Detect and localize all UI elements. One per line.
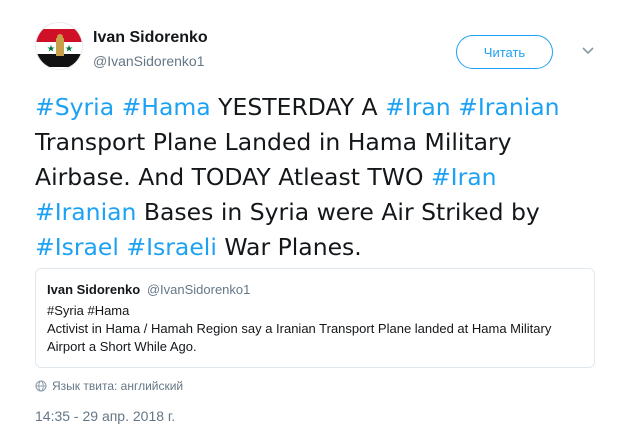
quoted-tweet-text: #Syria #Hama Activist in Hama / Hamah Re… (47, 302, 583, 356)
hashtag-link[interactable]: #Hama (122, 93, 211, 121)
hashtag-link[interactable]: #Syria (35, 93, 114, 121)
author-display-name[interactable]: Ivan Sidorenko (93, 28, 208, 48)
tweet-text-segment: YESTERDAY A (210, 93, 386, 121)
language-note: Язык твита: английский (52, 379, 184, 393)
globe-icon (35, 380, 47, 392)
quoted-tweet-header: Ivan Sidorenko @IvanSidorenko1 (47, 281, 583, 299)
quoted-author-handle: @IvanSidorenko1 (146, 282, 251, 297)
hashtag-link[interactable]: #Israeli (126, 233, 216, 261)
hashtag-link[interactable]: #Iranian (35, 198, 136, 226)
hashtag-link[interactable]: #Iranian (458, 93, 559, 121)
hashtag-link[interactable]: #Israel (35, 233, 119, 261)
tweet-text: #Syria #Hama YESTERDAY A #Iran #Iranian … (35, 90, 600, 265)
tweet-text-segment: Bases in Syria were Air Striked by (136, 198, 540, 226)
tweet-card: Ivan Sidorenko @IvanSidorenko1 Читать #S… (0, 0, 637, 435)
chevron-down-icon[interactable] (580, 44, 596, 58)
author-names: Ivan Sidorenko @IvanSidorenko1 (93, 28, 208, 71)
avatar[interactable] (35, 22, 83, 70)
syria-flag-avatar-icon (36, 23, 82, 69)
tweet-header: Ivan Sidorenko @IvanSidorenko1 Читать (35, 22, 605, 82)
tweet-language: Язык твита: английский (35, 379, 183, 393)
hashtag-link[interactable]: #Iran (385, 93, 451, 121)
hashtag-link[interactable]: #Iran (431, 163, 497, 191)
quoted-tweet-body: Activist in Hama / Hamah Region say a Ir… (47, 321, 552, 354)
quoted-author-name: Ivan Sidorenko (47, 282, 141, 297)
quoted-tweet-hashtags: #Syria #Hama (47, 303, 130, 318)
tweet-text-segment (114, 93, 121, 121)
quoted-tweet[interactable]: Ivan Sidorenko @IvanSidorenko1 #Syria #H… (35, 268, 595, 368)
author-handle[interactable]: @IvanSidorenko1 (93, 51, 208, 71)
tweet-text-segment: War Planes. (216, 233, 362, 261)
tweet-timestamp[interactable]: 14:35 - 29 апр. 2018 г. (35, 408, 175, 424)
follow-button[interactable]: Читать (456, 35, 553, 69)
